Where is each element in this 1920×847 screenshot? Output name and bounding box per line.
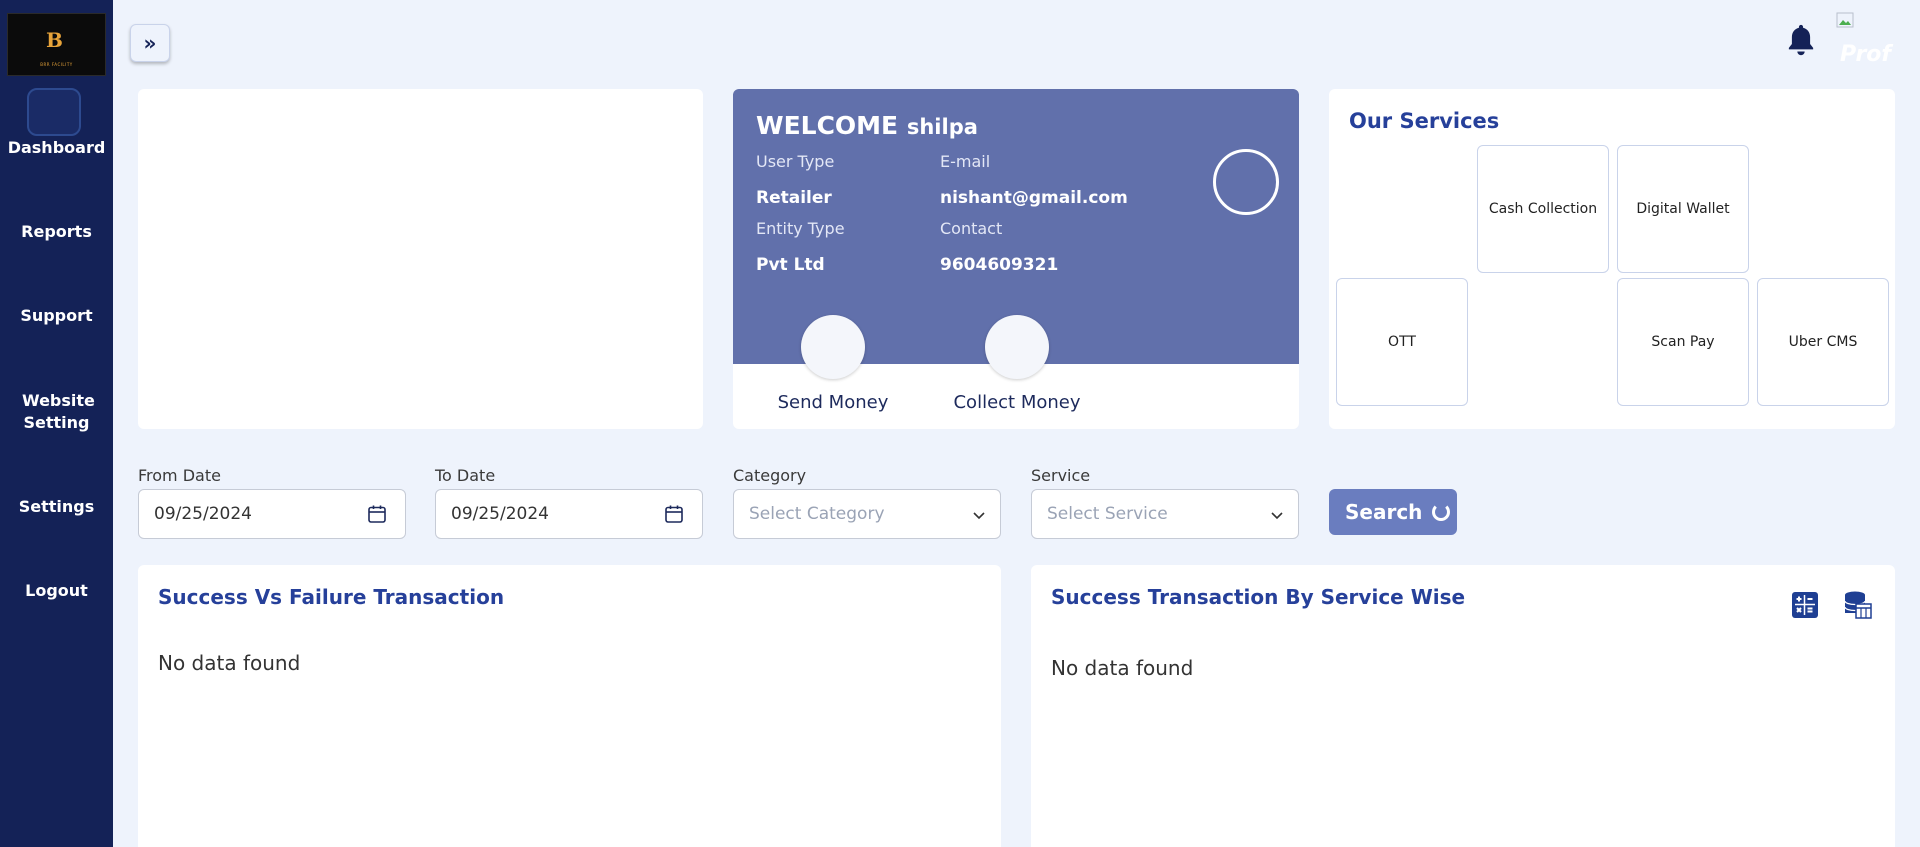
contact-label: Contact: [940, 219, 1003, 238]
chevron-down-icon: [1271, 512, 1283, 520]
email-value: nishant@gmail.com: [940, 188, 1128, 208]
loading-spinner-icon: [1432, 503, 1451, 521]
email-label: E-mail: [940, 152, 991, 171]
service-placeholder: Select Service: [1047, 504, 1168, 524]
no-data-message: No data found: [1051, 656, 1194, 680]
sidebar: B BRR FACILITY Dashboard Reports Support…: [0, 0, 113, 847]
sidebar-item-dashboard[interactable]: Dashboard: [0, 137, 113, 159]
service-tile-uber-cms[interactable]: Uber CMS: [1757, 278, 1889, 406]
search-button[interactable]: Search: [1329, 489, 1457, 535]
search-button-label: Search: [1345, 500, 1423, 524]
user-type-value: Retailer: [756, 188, 832, 208]
service-select[interactable]: Select Service: [1031, 489, 1299, 539]
service-label: Service: [1031, 466, 1091, 485]
no-data-message: No data found: [158, 651, 301, 675]
service-wise-title: Success Transaction By Service Wise: [1051, 585, 1466, 609]
service-tile-digital-wallet[interactable]: Digital Wallet: [1617, 145, 1749, 273]
user-type-label: User Type: [756, 152, 835, 171]
send-money-icon[interactable]: [801, 315, 865, 379]
services-card: Our Services Cash Collection Digital Wal…: [1329, 89, 1895, 429]
sidebar-item-reports[interactable]: Reports: [0, 221, 113, 243]
category-select[interactable]: Select Category: [733, 489, 1001, 539]
success-vs-failure-title: Success Vs Failure Transaction: [158, 585, 505, 609]
send-money-button[interactable]: Send Money: [753, 392, 913, 413]
profile-image[interactable]: Prof: [1836, 12, 1896, 68]
profile-alt-text: Prof: [1840, 42, 1891, 67]
sidebar-item-support[interactable]: Support: [0, 305, 113, 327]
sidebar-item-website-setting[interactable]: Website Setting: [0, 390, 113, 434]
sidebar-item-settings[interactable]: Settings: [0, 496, 113, 518]
chevron-down-icon: [973, 512, 985, 520]
double-chevron-right-icon: »: [143, 31, 157, 55]
collect-money-button[interactable]: Collect Money: [937, 392, 1097, 413]
welcome-user-name: shilpa: [906, 115, 978, 139]
category-label: Category: [733, 466, 807, 485]
success-vs-failure-panel: Success Vs Failure Transaction No data f…: [138, 565, 1001, 847]
from-date-label: From Date: [138, 466, 221, 485]
welcome-title: WELCOME shilpa: [756, 111, 978, 140]
category-placeholder: Select Category: [749, 504, 885, 524]
services-title: Our Services: [1349, 109, 1500, 133]
brand-logo[interactable]: B BRR FACILITY: [7, 13, 106, 76]
entity-type-label: Entity Type: [756, 219, 845, 238]
logo-letter: B: [46, 28, 63, 52]
welcome-greeting: WELCOME: [756, 111, 899, 140]
calendar-icon[interactable]: [367, 504, 387, 524]
service-tile-scan-pay[interactable]: Scan Pay: [1617, 278, 1749, 406]
broken-image-icon: [1836, 12, 1854, 28]
entity-type-value: Pvt Ltd: [756, 255, 825, 275]
from-date-value: 09/25/2024: [154, 504, 252, 524]
contact-value: 9604609321: [940, 255, 1059, 275]
sidebar-item-logout[interactable]: Logout: [0, 580, 113, 602]
to-date-input[interactable]: 09/25/2024: [435, 489, 703, 539]
service-wise-panel: Success Transaction By Service Wise No d…: [1031, 565, 1895, 847]
to-date-value: 09/25/2024: [451, 504, 549, 524]
logo-text: BRR FACILITY: [40, 62, 73, 67]
calendar-icon[interactable]: [664, 504, 684, 524]
welcome-card: WELCOME shilpa User Type Retailer Entity…: [733, 89, 1299, 429]
collect-money-icon[interactable]: [985, 315, 1049, 379]
service-tile-cash-collection[interactable]: Cash Collection: [1477, 145, 1609, 273]
sidebar-toggle-button[interactable]: »: [130, 24, 170, 62]
notification-bell-icon[interactable]: [1786, 23, 1816, 57]
service-tile-ott[interactable]: OTT: [1336, 278, 1468, 406]
blank-card: [138, 89, 703, 429]
to-date-label: To Date: [435, 466, 496, 485]
dashboard-icon[interactable]: [27, 88, 81, 136]
user-avatar: [1213, 149, 1279, 215]
database-table-icon[interactable]: [1843, 590, 1873, 620]
calculator-icon[interactable]: [1790, 590, 1820, 620]
from-date-input[interactable]: 09/25/2024: [138, 489, 406, 539]
